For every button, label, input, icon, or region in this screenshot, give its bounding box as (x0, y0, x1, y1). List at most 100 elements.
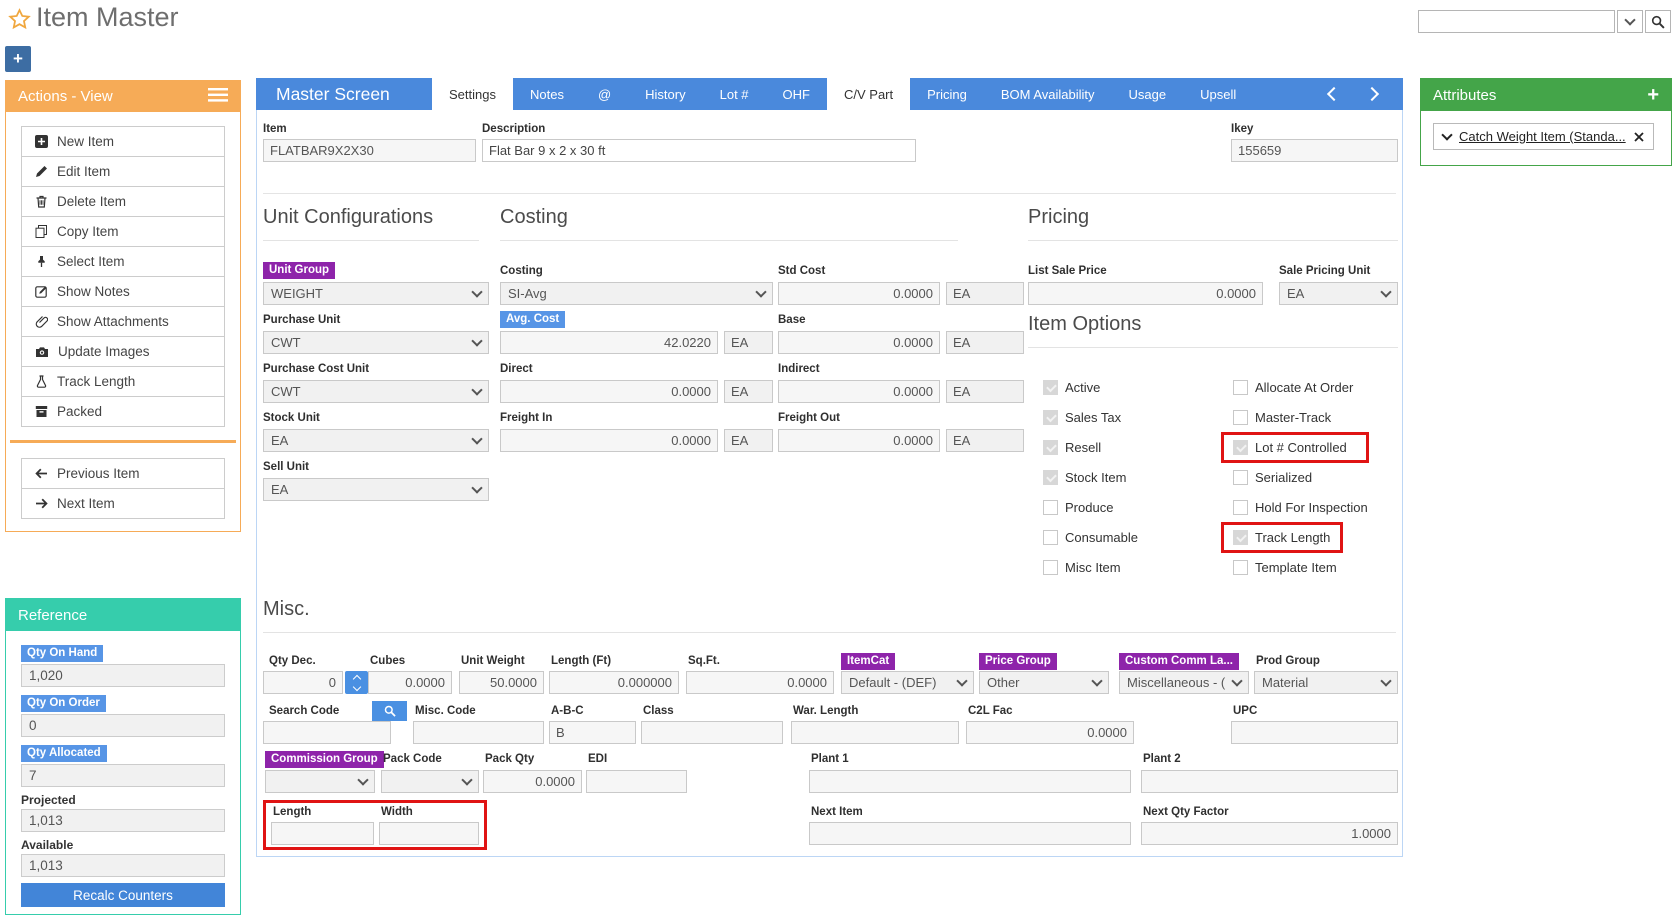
misc-code-field[interactable] (413, 721, 544, 744)
delete-item-button[interactable]: Delete Item (21, 186, 225, 217)
checkbox-hold-for-inspection[interactable] (1233, 500, 1248, 515)
tab-scroll-right-icon[interactable] (1365, 87, 1379, 101)
tab-scroll-left-icon[interactable] (1327, 87, 1341, 101)
checkbox-misc-item[interactable] (1043, 560, 1058, 575)
add-attribute-button[interactable]: + (1647, 85, 1659, 105)
show-notes-button[interactable]: Show Notes (21, 276, 225, 307)
war-length-field[interactable] (791, 721, 959, 744)
std-cost-field[interactable]: 0.0000 (778, 282, 940, 305)
checkbox-track-length[interactable] (1233, 530, 1248, 545)
checkbox-stock-item[interactable] (1043, 470, 1058, 485)
track-length-button[interactable]: Track Length (21, 366, 225, 397)
costing-method-select[interactable]: SI-Avg (500, 282, 773, 305)
copy-item-button[interactable]: Copy Item (21, 216, 225, 247)
search-code-button[interactable] (372, 701, 407, 721)
previous-item-button[interactable]: Previous Item (21, 458, 225, 489)
sell-unit-select[interactable]: EA (263, 478, 489, 501)
sale-pricing-unit-select[interactable]: EA (1279, 282, 1398, 305)
favorite-star-icon[interactable] (7, 7, 32, 37)
global-search-button[interactable] (1645, 10, 1671, 33)
length-ft-field[interactable]: 0.000000 (549, 671, 679, 694)
pack-qty-field[interactable]: 0.0000 (483, 770, 582, 793)
add-panel-button[interactable]: + (5, 46, 31, 72)
list-sale-price-field[interactable]: 0.0000 (1028, 282, 1263, 305)
item-field[interactable]: FLATBAR9X2X30 (263, 139, 476, 162)
tab-bom-availability[interactable]: BOM Availability (984, 78, 1112, 110)
tab-lot-number[interactable]: Lot # (703, 78, 766, 110)
unit-group-select[interactable]: WEIGHT (263, 282, 489, 305)
checkbox-sales-tax[interactable] (1043, 410, 1058, 425)
cubes-field[interactable]: 0.0000 (368, 671, 452, 694)
unit-weight-field[interactable]: 50.0000 (459, 671, 544, 694)
attribute-chip[interactable]: Catch Weight Item (Standa... (1433, 123, 1654, 150)
price-group-select[interactable]: Other (979, 671, 1109, 694)
custom-comm-select[interactable]: Miscellaneous - ( (1119, 671, 1249, 694)
new-item-button[interactable]: New Item (21, 126, 225, 157)
tab-pricing[interactable]: Pricing (910, 78, 984, 110)
upc-field[interactable] (1231, 721, 1398, 744)
purchase-unit-select[interactable]: CWT (263, 331, 489, 354)
tab-master-screen[interactable]: Master Screen (256, 78, 432, 110)
recalc-counters-button[interactable]: Recalc Counters (21, 883, 225, 907)
tab-ohf[interactable]: OHF (766, 78, 827, 110)
width-field[interactable] (379, 822, 479, 845)
select-item-button[interactable]: Select Item (21, 246, 225, 277)
pricing-heading: Pricing (1028, 206, 1398, 241)
checkbox-allocate-at-order[interactable] (1233, 380, 1248, 395)
search-code-field[interactable] (263, 721, 391, 744)
tab-upsell[interactable]: Upsell (1183, 78, 1253, 110)
checkbox-active[interactable] (1043, 380, 1058, 395)
checkbox-produce[interactable] (1043, 500, 1058, 515)
tab-history[interactable]: History (628, 78, 702, 110)
tab-settings[interactable]: Settings (432, 78, 513, 110)
global-search-input[interactable] (1418, 10, 1615, 33)
freight-out-field[interactable]: 0.0000 (778, 429, 940, 452)
purchase-cost-unit-select[interactable]: CWT (263, 380, 489, 403)
stock-unit-select[interactable]: EA (263, 429, 489, 452)
attribute-chip-label[interactable]: Catch Weight Item (Standa... (1459, 129, 1626, 144)
sqft-field[interactable]: 0.0000 (686, 671, 834, 694)
itemcat-select[interactable]: Default - (DEF) (841, 671, 974, 694)
c2l-fac-field[interactable]: 0.0000 (966, 721, 1134, 744)
next-qty-factor-field[interactable]: 1.0000 (1141, 822, 1398, 845)
direct-field[interactable]: 0.0000 (500, 380, 718, 403)
qty-dec-field[interactable]: 0 (263, 671, 343, 694)
update-images-button[interactable]: Update Images (21, 336, 225, 367)
edi-field[interactable] (586, 770, 687, 793)
checkbox-resell[interactable] (1043, 440, 1058, 455)
prod-group-select[interactable]: Material (1254, 671, 1398, 694)
tab-usage[interactable]: Usage (1112, 78, 1184, 110)
checkbox-serialized[interactable] (1233, 470, 1248, 485)
plant1-field[interactable] (809, 770, 1131, 793)
avg-cost-field[interactable]: 42.0220 (500, 331, 718, 354)
checkbox-master-track[interactable] (1233, 410, 1248, 425)
packed-button[interactable]: Packed (21, 396, 225, 427)
abc-field[interactable]: B (549, 721, 636, 744)
search-dropdown-button[interactable] (1617, 10, 1643, 33)
show-attachments-button[interactable]: Show Attachments (21, 306, 225, 337)
commission-group-select[interactable] (265, 770, 375, 793)
freight-in-field[interactable]: 0.0000 (500, 429, 718, 452)
tab-notes[interactable]: Notes (513, 78, 581, 110)
pack-code-select[interactable] (381, 770, 479, 793)
description-field[interactable]: Flat Bar 9 x 2 x 30 ft (482, 139, 916, 162)
close-icon[interactable] (1634, 132, 1644, 142)
base-field[interactable]: 0.0000 (778, 331, 940, 354)
checkbox-allocate-at-order-label: Allocate At Order (1255, 380, 1353, 395)
checkbox-consumable[interactable] (1043, 530, 1058, 545)
qty-dec-stepper[interactable] (345, 671, 368, 694)
checkbox-lot-controlled[interactable] (1233, 440, 1248, 455)
tab-cv-part[interactable]: C/V Part (827, 78, 910, 110)
edit-item-button[interactable]: Edit Item (21, 156, 225, 187)
indirect-field[interactable]: 0.0000 (778, 380, 940, 403)
length-field[interactable] (271, 822, 374, 845)
next-item-button[interactable]: Next Item (21, 488, 225, 519)
ikey-field[interactable]: 155659 (1231, 139, 1398, 162)
menu-hamburger-icon[interactable] (208, 88, 228, 106)
chevron-down-icon[interactable] (1441, 129, 1452, 140)
plant2-field[interactable] (1141, 770, 1398, 793)
class-field[interactable] (641, 721, 783, 744)
next-item-field[interactable] (809, 822, 1131, 845)
tab-at[interactable]: @ (581, 78, 628, 110)
checkbox-template-item[interactable] (1233, 560, 1248, 575)
